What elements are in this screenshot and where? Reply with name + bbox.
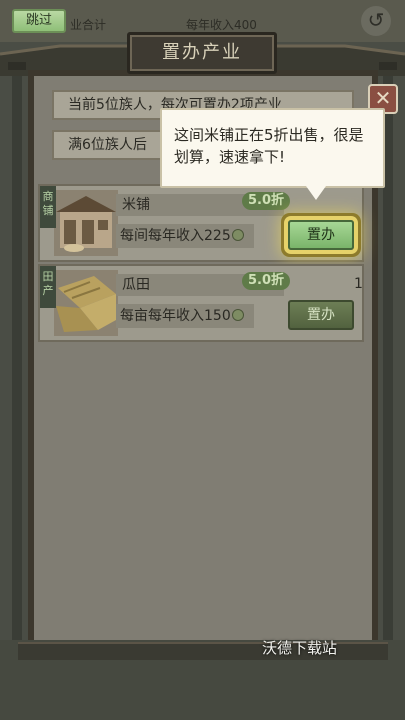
buy-button[interactable]: 置办 bbox=[288, 300, 354, 330]
page-title: 置办产业 bbox=[162, 42, 242, 63]
tutorial-tooltip: 这间米铺正在5折出售，很是划算，速速拿下! bbox=[160, 108, 385, 188]
property-income: 每间每年收入225 bbox=[116, 224, 254, 248]
rice-shop-image bbox=[54, 190, 118, 256]
melon-field-image bbox=[54, 270, 118, 336]
tooltip-tail bbox=[306, 186, 326, 200]
watermark: 沃德下载站 bbox=[262, 639, 338, 657]
coin-icon bbox=[231, 309, 244, 321]
category-tag: 田产 bbox=[40, 266, 56, 308]
property-card-melon-field: 田产 瓜田 5.0折 1 每亩每年收入150 置办 bbox=[38, 264, 364, 342]
coin-icon bbox=[231, 229, 244, 241]
discount-badge: 5.0折 bbox=[242, 192, 291, 210]
income-text: 每间每年收入225 bbox=[120, 228, 231, 244]
back-arrow-icon[interactable]: ↺ bbox=[361, 6, 391, 36]
title-plate: 置办产业 bbox=[127, 32, 277, 74]
left-pillar bbox=[12, 76, 22, 666]
discount-badge: 5.0折 bbox=[242, 272, 291, 290]
annual-income-label: 每年收入400 bbox=[186, 18, 257, 32]
owned-count: 1 bbox=[354, 276, 363, 292]
tooltip-text: 这间米铺正在5折出售，很是划算，速速拿下! bbox=[174, 126, 364, 166]
skip-button[interactable]: 跳过 bbox=[12, 9, 66, 33]
total-label: 业合计 bbox=[70, 18, 107, 32]
income-text: 每亩每年收入150 bbox=[120, 308, 231, 324]
buy-button[interactable]: 置办 bbox=[288, 220, 354, 250]
category-tag: 商铺 bbox=[40, 186, 56, 228]
property-income: 每亩每年收入150 bbox=[116, 304, 254, 328]
